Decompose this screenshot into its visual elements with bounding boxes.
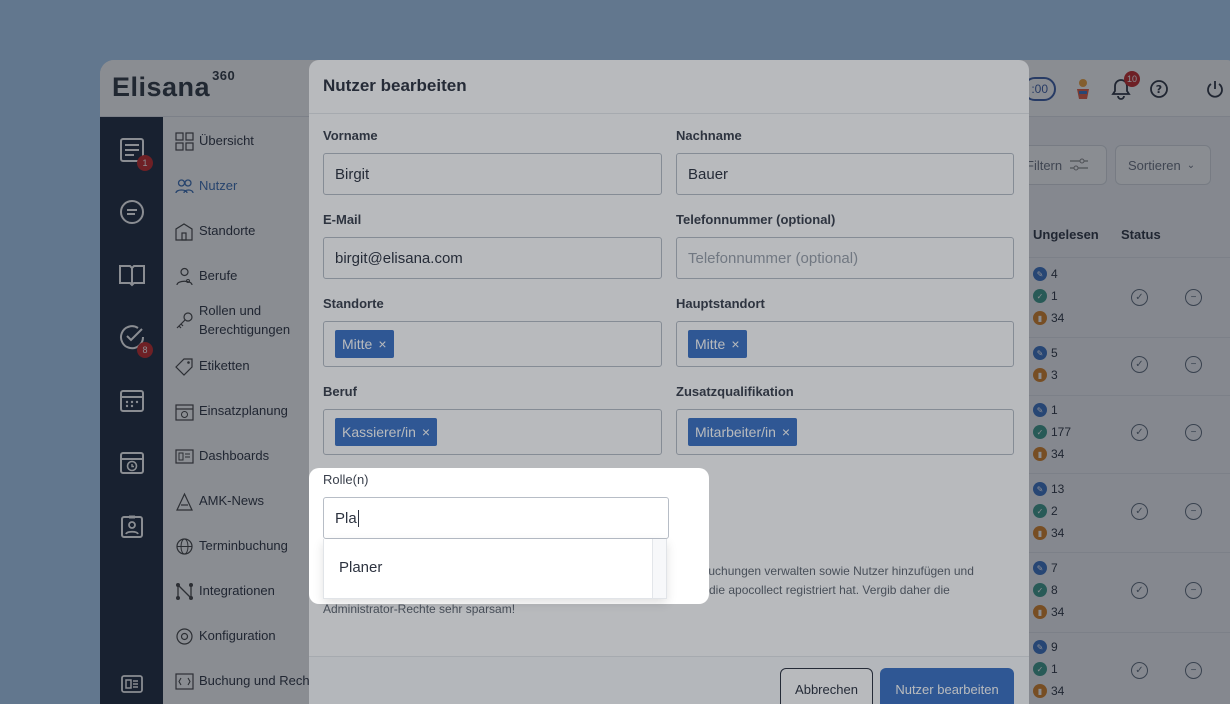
dropdown-scrollbar[interactable] <box>652 539 666 598</box>
roles-input[interactable]: Pla <box>323 497 669 539</box>
roles-input-text: Pla <box>335 509 357 527</box>
roles-dropdown: Planer <box>323 539 667 599</box>
role-option-planer[interactable]: Planer <box>339 559 382 576</box>
roles-label: Rolle(n) <box>323 472 369 487</box>
roles-spotlight: Rolle(n) Pla Planer <box>309 468 709 604</box>
text-caret <box>357 509 359 527</box>
